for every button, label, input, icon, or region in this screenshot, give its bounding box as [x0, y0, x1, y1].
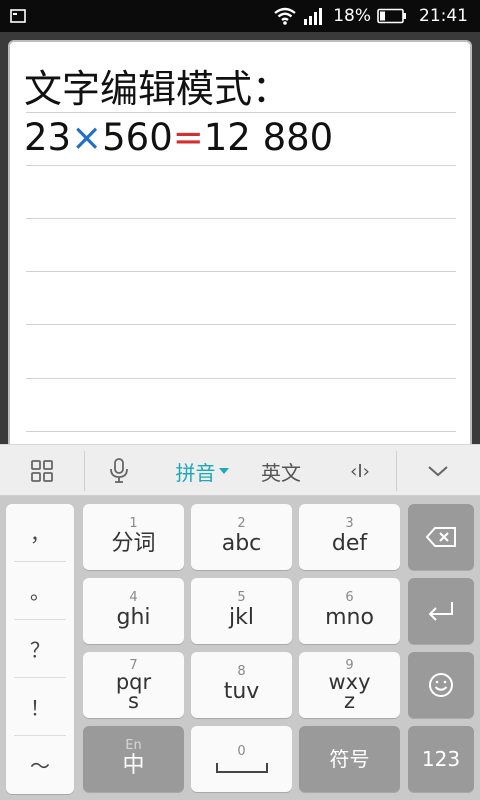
ruled-line [26, 271, 456, 272]
chevron-down-icon[interactable] [404, 445, 472, 497]
key-label: def [331, 531, 368, 556]
punctuation-column: ， 。 ？ ！ ～ [6, 504, 74, 794]
key-label-bottom: z [343, 689, 356, 713]
notification-square-icon [10, 8, 26, 28]
english-mode-button[interactable]: 英文 [250, 445, 312, 497]
emoji-icon[interactable] [408, 652, 474, 718]
key-number: 1 [129, 516, 138, 531]
equals-sign: = [172, 116, 204, 159]
microphone-icon[interactable] [92, 445, 146, 497]
ruled-line [26, 324, 456, 325]
punct-tilde-key[interactable]: ～ [6, 736, 74, 793]
times-sign: × [71, 116, 103, 159]
language-switch-key[interactable]: En 中 [83, 726, 184, 792]
key-label: ghi [116, 605, 151, 630]
key-label: tuv [223, 679, 260, 704]
key-number: 3 [345, 516, 354, 531]
battery-percent: 18% [333, 6, 371, 26]
note-title: 文字编辑模式： [24, 67, 291, 111]
note-equation: 23×560=12 880 [24, 116, 333, 159]
key-label: 123 [421, 747, 461, 771]
symbols-key[interactable]: 符号 [299, 726, 400, 792]
enter-icon[interactable] [408, 578, 474, 644]
key-8-tuv[interactable]: 8 tuv [191, 652, 292, 718]
key-number: 0 [237, 744, 246, 759]
key-sub-label: En [125, 738, 142, 753]
equation-left: 23 [24, 116, 72, 159]
equation-middle: 560 [102, 116, 173, 159]
equation-result: 12 880 [203, 116, 334, 159]
space-bar-icon [215, 763, 268, 773]
ruled-line [26, 165, 456, 166]
key-number: 6 [345, 590, 354, 605]
key-7-pqrs[interactable]: 7 pqr s [83, 652, 184, 718]
battery-icon [377, 8, 407, 24]
grid-icon[interactable] [10, 445, 74, 497]
clock: 21:41 [419, 6, 468, 26]
key-1-fenci[interactable]: 1 分词 [83, 504, 184, 570]
key-number: 2 [237, 516, 246, 531]
key-2-abc[interactable]: 2 abc [191, 504, 292, 570]
key-label: 中 [122, 753, 145, 778]
key-number: 8 [237, 664, 246, 679]
key-3-def[interactable]: 3 def [299, 504, 400, 570]
ime-toolbar: 拼音 英文 ‹I› [0, 444, 480, 496]
key-5-jkl[interactable]: 5 jkl [191, 578, 292, 644]
numbers-key[interactable]: 123 [408, 726, 474, 792]
ruled-line [26, 431, 456, 432]
ruled-line [26, 378, 456, 379]
pinyin-mode-button[interactable]: 拼音 [166, 445, 238, 497]
key-number: 4 [129, 590, 138, 605]
signal-icon [303, 7, 325, 25]
space-key[interactable]: 0 [191, 726, 292, 792]
note-editor[interactable]: 文字编辑模式： 23×560=12 880 [8, 40, 472, 460]
key-4-ghi[interactable]: 4 ghi [83, 578, 184, 644]
wifi-icon [273, 7, 297, 25]
ruled-line [26, 218, 456, 219]
punct-question-key[interactable]: ？ [6, 620, 74, 677]
keyboard: ， 。 ？ ！ ～ 1 分词 2 abc 3 def 4 ghi 5 jkl 6… [0, 496, 480, 800]
punct-period-key[interactable]: 。 [6, 562, 74, 619]
pinyin-label: 拼音 [175, 460, 216, 485]
toolbar-divider [396, 451, 397, 491]
key-number: 5 [237, 590, 246, 605]
punct-exclaim-key[interactable]: ！ [6, 678, 74, 735]
key-label: mno [325, 605, 374, 630]
key-label: 符号 [329, 747, 370, 771]
dropdown-triangle-icon [218, 468, 229, 474]
ruled-line [26, 112, 456, 113]
key-label: 分词 [111, 531, 156, 556]
key-label: abc [221, 531, 262, 556]
punct-comma-key[interactable]: ， [6, 504, 74, 561]
key-6-mno[interactable]: 6 mno [299, 578, 400, 644]
toolbar-divider [84, 451, 85, 491]
key-label: jkl [229, 605, 254, 630]
status-bar: 18% 21:41 [0, 0, 480, 32]
key-label-bottom: s [128, 689, 139, 713]
cursor-icon[interactable]: ‹I› [330, 445, 390, 497]
key-9-wxyz[interactable]: 9 wxy z [299, 652, 400, 718]
backspace-icon[interactable] [408, 504, 474, 570]
